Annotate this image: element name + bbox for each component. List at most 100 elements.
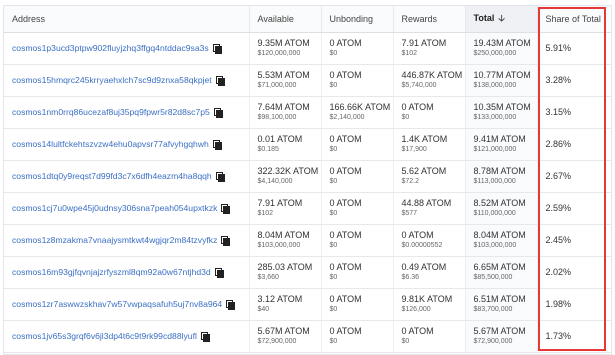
table-header-row: Address Available Unbonding Rewards Tota… [4,6,611,33]
header-share[interactable]: Share of Total [537,6,611,33]
address-link[interactable]: cosmos15hmqrc245krryaehxlch7sc9d9znxa58q… [12,75,212,85]
total-cell: 8.04M ATOM $103,000,000 [465,224,538,257]
total-cell: 19.43M ATOM $250,000,000 [465,32,538,65]
share-value: 3.15% [545,107,572,117]
table-row: cosmos1p3ucd3ptpw902fluyjzhq3ffgq4ntddac… [4,32,611,65]
table-body: cosmos1p3ucd3ptpw902fluyjzhq3ffgq4ntddac… [4,32,611,353]
share-cell: 3.28% [537,64,611,97]
rewards-value: 0.49 ATOM [401,262,447,272]
share-cell: 5.91% [537,32,611,65]
share-value: 2.86% [545,139,572,149]
holders-table-container: Address Available Unbonding Rewards Tota… [3,5,612,355]
copy-icon[interactable] [212,44,222,54]
available-usd: $72,900,000 [257,338,297,345]
available-value: 285.03 ATOM [257,262,313,272]
rewards-value: 9.81K ATOM [401,294,453,304]
address-link[interactable]: cosmos14lultfckehtszvzw4ehu0apvsr77afvyh… [12,139,209,149]
unbonding-value: 0 ATOM [329,326,362,336]
address-cell: cosmos14lultfckehtszvzw4ehu0apvsr77afvyh… [4,128,250,161]
copy-icon[interactable] [200,332,210,342]
available-value: 5.67M ATOM [257,326,310,336]
total-value: 6.65M ATOM [473,262,526,272]
address-link[interactable]: cosmos16m93gjfqvnjajzrfyszml8qm92a0w67nt… [12,267,211,277]
table-row: cosmos14lultfckehtszvzw4ehu0apvsr77afvyh… [4,128,611,161]
address-link[interactable]: cosmos1zr7aswwzskhav7w57vwpaqsafuh5uj7nv… [12,299,222,309]
unbonding-cell: 0 ATOM $0 [321,32,394,65]
available-cell: 7.64M ATOM $98,100,000 [249,96,322,129]
header-address[interactable]: Address [4,6,250,33]
copy-icon[interactable] [215,76,225,86]
address-link[interactable]: cosmos1p3ucd3ptpw902fluyjzhq3ffgq4ntddac… [12,43,209,53]
unbonding-value: 0 ATOM [329,262,362,272]
available-usd: $40 [257,306,270,313]
total-cell: 5.67M ATOM $72,900,000 [465,320,538,353]
total-usd: $110,000,000 [473,210,516,217]
address-cell: cosmos1z8mzakma7vnaajysmtkwt4wgjqr2m84tz… [4,224,250,257]
unbonding-value: 0 ATOM [329,230,362,240]
table-row: cosmos1zr7aswwzskhav7w57vwpaqsafuh5uj7nv… [4,288,611,321]
available-value: 322.32K ATOM [257,166,319,176]
rewards-cell: 7.91 ATOM $102 [393,32,466,65]
unbonding-usd: $0 [329,338,338,345]
total-usd: $83,700,000 [473,306,513,313]
available-usd: $120,000,000 [257,50,301,57]
total-cell: 10.77M ATOM $138,000,000 [465,64,538,97]
rewards-cell: 0.49 ATOM $6.36 [393,256,466,289]
total-value: 6.51M ATOM [473,294,526,304]
rewards-value: 0 ATOM [401,326,434,336]
copy-icon[interactable] [212,140,222,150]
table-row: cosmos15hmqrc245krryaehxlch7sc9d9znxa58q… [4,64,611,97]
unbonding-cell: 0 ATOM $0 [321,128,394,161]
address-link[interactable]: cosmos1dtq0y9reqst7d99fd3c7x6dfh4eazm4ha… [12,171,212,181]
header-total[interactable]: Total 🡣 [465,6,538,33]
available-cell: 5.53M ATOM $71,000,000 [249,64,322,97]
available-cell: 3.12 ATOM $40 [249,288,322,321]
address-cell: cosmos1dtq0y9reqst7d99fd3c7x6dfh4eazm4ha… [4,160,250,193]
available-usd: $71,000,000 [257,82,297,89]
address-link[interactable]: cosmos1nm0rrq86ucezaf8uj35pq9fpwr5r82d8s… [12,107,210,117]
unbonding-value: 0 ATOM [329,70,362,80]
copy-icon[interactable] [226,300,236,310]
total-value: 8.52M ATOM [473,198,526,208]
rewards-usd: $72.2 [401,178,420,185]
unbonding-usd: $2,140,000 [329,114,365,121]
table-row: cosmos1nm0rrq86ucezaf8uj35pq9fpwr5r82d8s… [4,96,611,129]
rewards-cell: 44.88 ATOM $577 [393,192,466,225]
unbonding-cell: 0 ATOM $0 [321,64,394,97]
share-cell: 1.73% [537,320,611,353]
header-rewards[interactable]: Rewards [393,6,466,33]
table-row: cosmos1dtq0y9reqst7d99fd3c7x6dfh4eazm4ha… [4,160,611,193]
unbonding-usd: $0 [329,306,338,313]
total-value: 10.77M ATOM [473,70,531,80]
total-usd: $103,000,000 [473,242,517,249]
unbonding-cell: 0 ATOM $0 [321,288,394,321]
rewards-value: 0 ATOM [401,102,434,112]
unbonding-value: 0 ATOM [329,198,362,208]
header-available[interactable]: Available [249,6,322,33]
rewards-cell: 5.62 ATOM $72.2 [393,160,466,193]
unbonding-usd: $0 [329,274,338,281]
address-link[interactable]: cosmos1z8mzakma7vnaajysmtkwt4wgjqr2m84tz… [12,235,217,245]
copy-icon[interactable] [221,204,231,214]
available-usd: $4,140,000 [257,178,293,185]
address-link[interactable]: cosmos1cj7u0wpe45j0udnsy306sna7peah054up… [12,203,217,213]
copy-icon[interactable] [214,268,224,278]
rewards-usd: $6.36 [401,274,420,281]
header-total-label: Total [473,12,495,23]
available-usd: $98,100,000 [257,114,297,121]
table-row: cosmos1cj7u0wpe45j0udnsy306sna7peah054up… [4,192,611,225]
rewards-value: 7.91 ATOM [401,38,447,48]
address-link[interactable]: cosmos1jv65s3grqf6v6jl3dp4t6c9t9rk99cd88… [12,331,197,341]
rewards-cell: 0 ATOM $0.00000552 [393,224,466,257]
holders-table: Address Available Unbonding Rewards Tota… [4,6,611,353]
copy-icon[interactable] [215,172,225,182]
total-cell: 10.35M ATOM $133,000,000 [465,96,538,129]
share-value: 5.91% [545,43,572,53]
share-value: 3.28% [545,75,572,85]
copy-icon[interactable] [213,108,223,118]
address-cell: cosmos15hmqrc245krryaehxlch7sc9d9znxa58q… [4,64,250,97]
total-cell: 9.41M ATOM $121,000,000 [465,128,538,161]
table-row: cosmos1jv65s3grqf6v6jl3dp4t6c9t9rk99cd88… [4,320,611,353]
copy-icon[interactable] [221,236,231,246]
header-unbonding[interactable]: Unbonding [321,6,394,33]
